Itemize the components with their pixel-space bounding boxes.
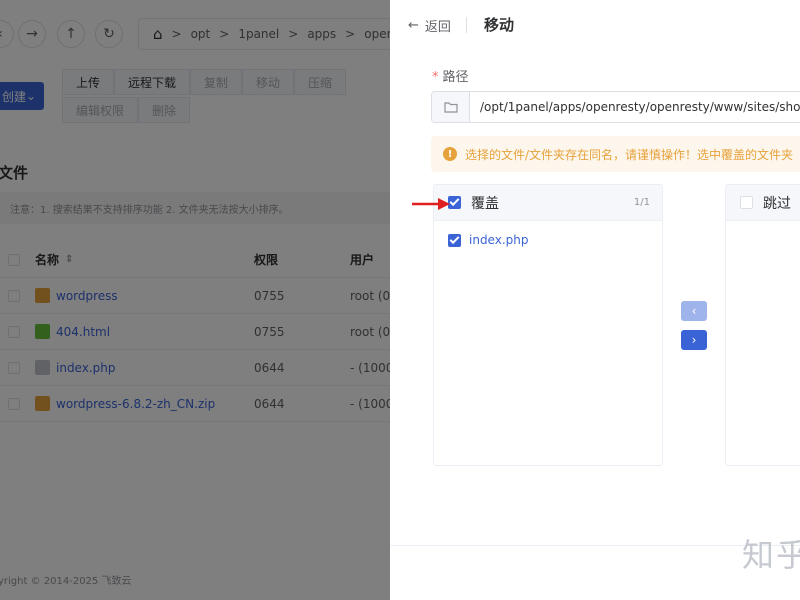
path-field: [431, 91, 800, 123]
file-user: - (1000: [350, 396, 390, 411]
row-checkbox[interactable]: [8, 289, 20, 302]
chevron-left-icon: ‹: [691, 304, 697, 318]
file-permission: 0644: [254, 360, 285, 375]
overwrite-panel: 覆盖 1/1 index.php: [433, 184, 663, 466]
warning-text: 选择的文件/文件夹存在同名，请谨慎操作！选中覆盖的文件夹: [465, 147, 794, 162]
breadcrumb: ⌂ > opt > 1panel > apps > openresty: [138, 18, 390, 50]
upload-button[interactable]: 上传: [62, 69, 114, 95]
search-note: 注意：1. 搜索结果不支持排序功能 2. 文件夹无法按大小排序。: [0, 192, 390, 224]
home-icon[interactable]: ⌂: [153, 25, 163, 43]
file-user: root (0): [350, 324, 390, 339]
edit-permission-button[interactable]: 编辑权限: [62, 97, 138, 123]
watermark-logo: 知乎: [742, 536, 800, 574]
move-left-button[interactable]: ‹: [681, 301, 707, 321]
file-name-link[interactable]: 404.html: [56, 325, 110, 339]
table-row[interactable]: 404.html 0755 root (0): [0, 314, 390, 350]
zip-icon: [35, 396, 50, 411]
item-checkbox[interactable]: [448, 233, 461, 247]
column-user: 用户: [350, 253, 375, 267]
chevron-right-icon: ›: [691, 333, 697, 347]
breadcrumb-item[interactable]: openresty: [364, 27, 390, 41]
file-permission: 0755: [254, 288, 285, 303]
forward-nav-icon[interactable]: →: [18, 20, 46, 48]
table-header: 名称 ⇕ 权限 用户: [0, 242, 390, 278]
warning-alert: ! 选择的文件/文件夹存在同名，请谨慎操作！选中覆盖的文件夹: [431, 136, 800, 172]
breadcrumb-item[interactable]: opt: [191, 27, 211, 41]
move-drawer: ← 返回 移动 *路径 ! 选择的文件/文件夹存在同名，请谨慎操作！选中覆盖的文…: [390, 0, 800, 600]
up-nav-icon[interactable]: ↑: [57, 20, 85, 48]
copy-button[interactable]: 复制: [190, 69, 242, 95]
skip-panel: 跳过: [725, 184, 800, 466]
skip-panel-title: 跳过: [763, 195, 791, 212]
column-permission: 权限: [254, 253, 279, 267]
back-label: 返回: [424, 20, 451, 35]
skip-select-all-checkbox[interactable]: [740, 196, 753, 209]
file-name-link[interactable]: wordpress-6.8.2-zh_CN.zip: [56, 397, 215, 411]
table-row[interactable]: index.php 0644 - (1000: [0, 350, 390, 386]
html-file-icon: [35, 324, 50, 339]
path-input[interactable]: [470, 92, 800, 122]
breadcrumb-item[interactable]: apps: [307, 27, 336, 41]
table-row[interactable]: wordpress 0755 root (0): [0, 278, 390, 314]
section-title: 文件: [0, 164, 29, 182]
list-item[interactable]: index.php: [434, 233, 662, 247]
file-user: - (1000: [350, 360, 390, 375]
arrow-left-icon: ←: [408, 18, 419, 33]
file-manager-background: ‹ → ↑ ↻ ⌂ > opt > 1panel > apps > openre…: [0, 0, 390, 600]
overwrite-panel-header: 覆盖 1/1: [434, 185, 662, 221]
file-permission: 0755: [254, 324, 285, 339]
create-button[interactable]: 创建 ⌄: [0, 82, 44, 110]
item-label: index.php: [469, 233, 529, 247]
required-mark: *: [432, 70, 439, 85]
path-label: * 路径: [432, 70, 469, 85]
warning-icon: !: [443, 147, 457, 161]
back-button[interactable]: ← 返回: [408, 16, 451, 35]
drawer-title: 移动: [484, 16, 515, 34]
delete-button[interactable]: 删除: [138, 97, 190, 123]
file-icon: [35, 360, 50, 375]
footer-divider: [390, 545, 800, 546]
folder-icon: [35, 288, 50, 303]
move-right-button[interactable]: ›: [681, 330, 707, 350]
sort-icon[interactable]: ⇕: [65, 254, 73, 265]
divider: [466, 17, 467, 33]
overwrite-panel-title: 覆盖: [471, 195, 499, 212]
column-name[interactable]: 名称: [35, 251, 59, 268]
file-name-link[interactable]: index.php: [56, 361, 115, 375]
copyright: yright © 2014-2025 飞致云: [0, 576, 132, 587]
move-button[interactable]: 移动: [242, 69, 294, 95]
row-checkbox[interactable]: [8, 325, 20, 338]
skip-panel-header: 跳过: [726, 185, 800, 221]
file-user: root (0): [350, 288, 390, 303]
table-row[interactable]: wordpress-6.8.2-zh_CN.zip 0644 - (1000: [0, 386, 390, 422]
folder-icon[interactable]: [432, 92, 470, 122]
file-name-link[interactable]: wordpress: [56, 289, 118, 303]
select-all-checkbox[interactable]: [8, 253, 20, 266]
row-checkbox[interactable]: [8, 397, 20, 410]
row-checkbox[interactable]: [8, 361, 20, 374]
back-nav-icon[interactable]: ‹: [0, 20, 14, 48]
breadcrumb-item[interactable]: 1panel: [238, 27, 279, 41]
overwrite-count: 1/1: [633, 197, 650, 208]
compress-button[interactable]: 压缩: [294, 69, 346, 95]
file-permission: 0644: [254, 396, 285, 411]
annotation-arrow-icon: [412, 198, 450, 210]
remote-download-button[interactable]: 远程下载: [114, 69, 190, 95]
refresh-icon[interactable]: ↻: [95, 20, 123, 48]
chevron-down-icon: ⌄: [25, 89, 37, 103]
